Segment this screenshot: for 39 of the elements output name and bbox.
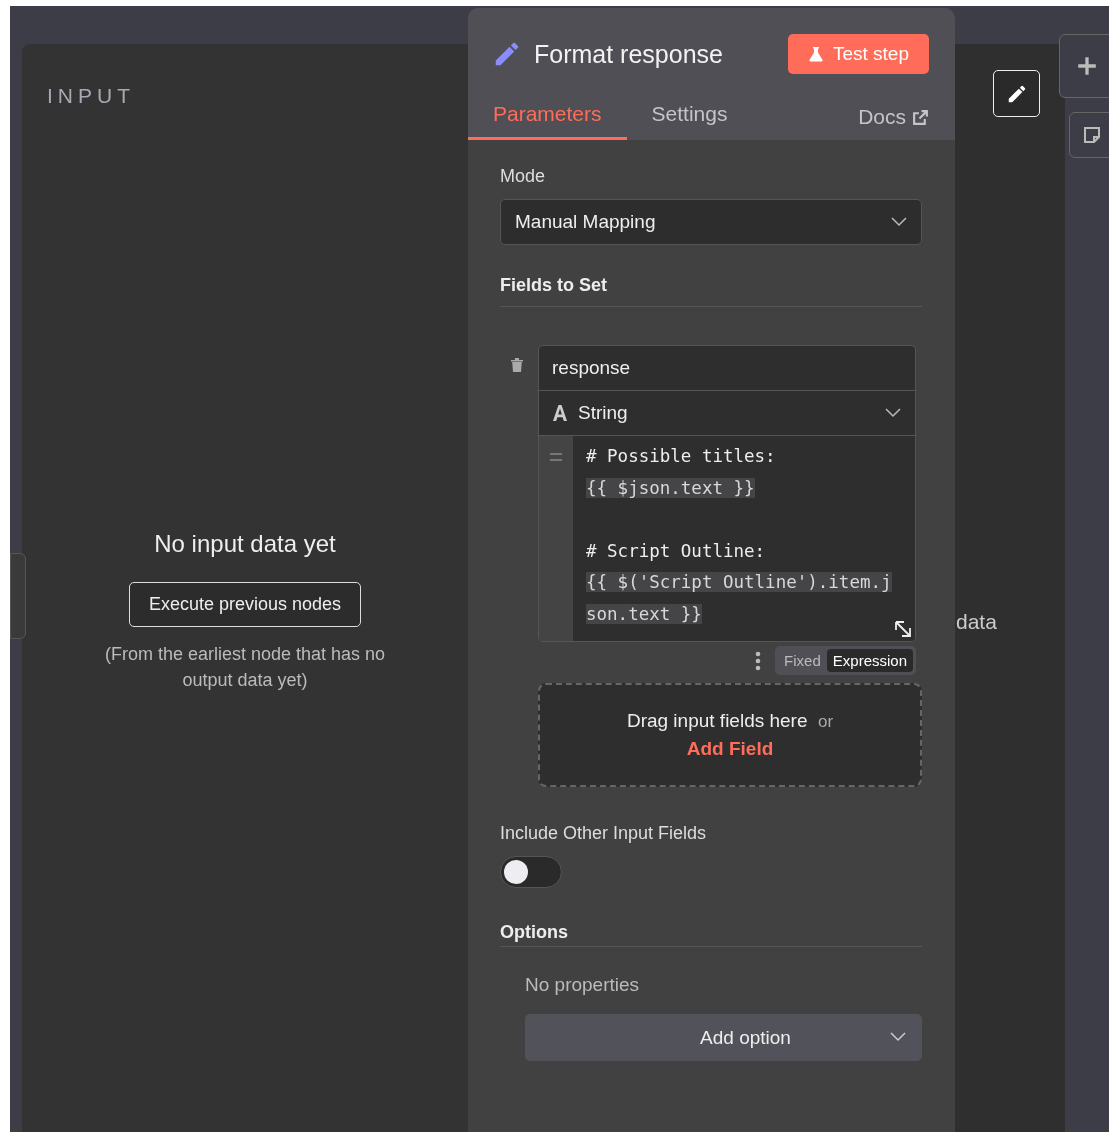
or-text: or <box>817 712 834 731</box>
empty-state-title: No input data yet <box>154 530 336 558</box>
tab[interactable]: Settings <box>626 102 753 140</box>
mode-toggle[interactable]: Expression <box>826 649 913 672</box>
toggle-switch[interactable] <box>500 856 562 888</box>
field-name-input[interactable]: response <box>539 346 915 391</box>
execute-previous-button[interactable]: Execute previous nodes <box>128 582 362 627</box>
node-title: Format response <box>534 39 723 69</box>
panel-title: INPUT <box>47 84 135 108</box>
code-line: # Script Outline: <box>586 540 766 561</box>
plus-icon[interactable] <box>1059 34 1109 98</box>
panel-handle[interactable] <box>10 553 26 639</box>
trash-icon[interactable] <box>510 357 524 373</box>
mode-toggle[interactable]: Fixed <box>778 649 827 672</box>
drop-zone-text: Drag input fields here <box>626 710 808 731</box>
text-type-icon <box>552 405 568 421</box>
section-title: Fields to Set <box>500 275 922 307</box>
section-title: Options <box>500 922 922 947</box>
more-options-icon[interactable] <box>755 650 762 671</box>
field-label: Mode <box>500 166 547 187</box>
type-select[interactable]: String <box>539 391 915 436</box>
flask-icon <box>807 45 824 63</box>
code-line: # Possible titles: <box>586 446 776 466</box>
add-field-link[interactable]: Add Field <box>686 738 774 760</box>
field-label: Include Other Input Fields <box>500 823 708 844</box>
add-option-button[interactable]: Add option <box>525 1014 922 1061</box>
hint-text: (From the earliest node that has no output data yet) <box>103 643 387 692</box>
empty-text: No properties <box>525 974 641 996</box>
chevron-down-icon <box>885 408 901 418</box>
mode-select[interactable]: Manual Mapping <box>500 199 922 245</box>
external-link-icon <box>912 108 929 126</box>
chevron-down-icon <box>890 1032 906 1042</box>
edit-button[interactable] <box>993 70 1040 117</box>
expression-editor[interactable]: # Possible titles: {{ $json.text }} # Script Outline: {{ $('Script Outline').item.j son.text }} <box>539 436 915 641</box>
docs-link[interactable]: Docs <box>858 105 929 140</box>
sticky-note-icon[interactable] <box>1069 112 1109 158</box>
chevron-down-icon <box>891 217 907 227</box>
output-text: data <box>956 610 997 634</box>
equals-icon <box>550 453 562 461</box>
